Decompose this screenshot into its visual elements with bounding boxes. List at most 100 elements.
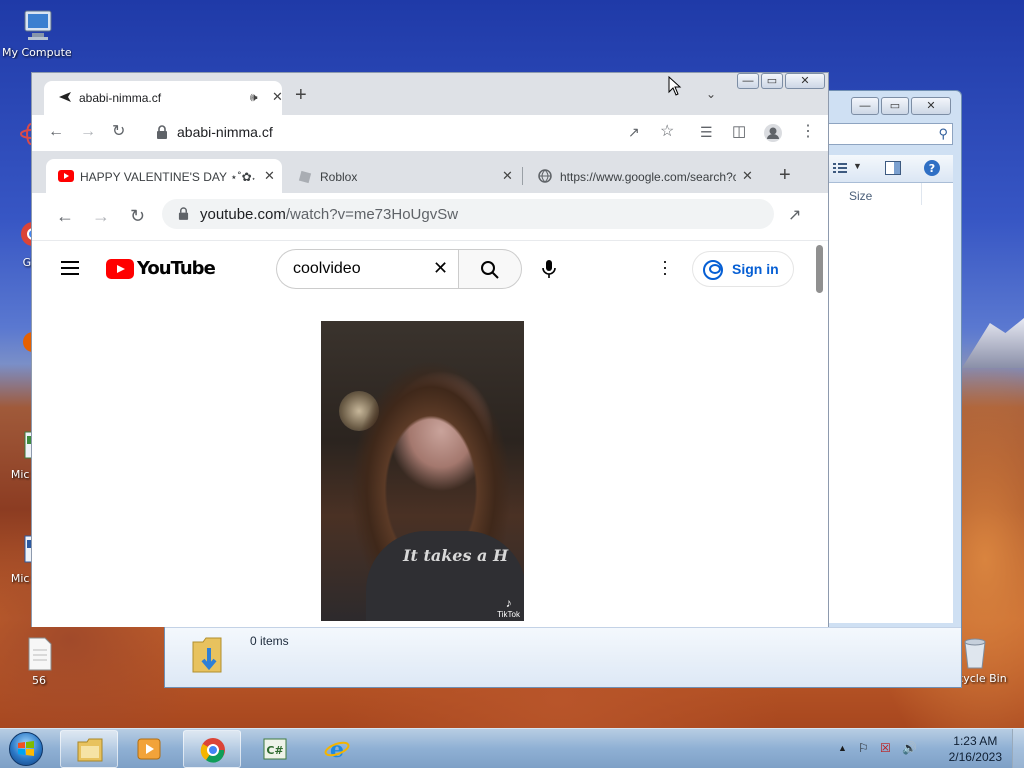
tab-youtube[interactable]: HAPPY VALENTINE'S DAY ⋆˚✿˖° - Yo ✕ [46,159,282,193]
chrome-maximize-button[interactable]: ▭ [761,73,783,89]
hamburger-menu-icon[interactable] [61,261,79,275]
explorer-search-input[interactable]: ⚲ [823,123,953,145]
svg-text:?: ? [929,162,935,175]
side-panel-icon[interactable]: ◫ [732,123,746,141]
chrome-close-button[interactable]: ✕ [785,73,825,89]
profile-avatar-icon[interactable] [763,123,783,143]
tiktok-watermark-label: TikTok [497,610,520,619]
youtube-favicon-icon [58,170,74,182]
recycle-bin-icon [964,638,986,669]
windows-logo-icon [18,741,34,756]
desktop-icon-file-56[interactable]: 56 [4,636,74,687]
more-menu-icon[interactable]: ⋮ [800,123,816,141]
tab-separator [522,167,523,185]
bookmark-star-icon[interactable]: ☆ [660,123,674,141]
show-hidden-icons-chevron-icon[interactable]: ▲ [838,743,847,753]
globe-icon [538,169,552,183]
chrome-window[interactable]: ababi-nimma.cf 🕪 ✕ + ⌄ — ▭ ✕ ← → ↻ ababi… [31,72,829,627]
view-options-icon[interactable] [833,162,847,174]
taskbar-chrome-button[interactable] [183,730,241,768]
explorer-file-list[interactable]: Size [829,183,953,623]
taskbar: C# e ▲ ⚐ ☒ 🔊 1:23 AM 2/16/2023 [0,728,1024,768]
svg-text:e: e [330,737,344,762]
tab-close-button[interactable]: ✕ [742,168,753,184]
address-bar[interactable]: youtube.com/watch?v=me73HoUgvSw [162,199,774,229]
tab-title: ababi-nimma.cf [79,91,162,105]
tab-ababi-nimma[interactable]: ababi-nimma.cf 🕪 ✕ [44,81,283,115]
youtube-page[interactable]: YouTube coolvideo ✕ · · · Sign in It tak… [32,241,828,627]
explorer-minimize-button[interactable]: — [851,97,879,115]
tab-search-chevron-icon[interactable]: ⌄ [706,87,716,101]
chevron-down-icon[interactable]: ▼ [853,161,862,171]
show-desktop-button[interactable] [1012,729,1024,768]
lock-icon[interactable] [178,207,189,220]
back-arrow-icon[interactable]: ← [56,207,74,225]
clear-search-icon[interactable]: ✕ [433,258,448,279]
tab-close-button[interactable]: ✕ [272,89,283,105]
forward-arrow-icon[interactable]: → [80,123,96,141]
chrome-window-controls: — ▭ ✕ [737,73,825,89]
desktop-icon-my-computer[interactable]: My Computer [2,8,72,59]
tab-close-button[interactable]: ✕ [264,168,275,184]
reading-list-icon[interactable]: ☰ [700,123,713,141]
chrome-minimize-button[interactable]: — [737,73,759,89]
preview-pane-icon[interactable] [885,161,901,175]
search-input[interactable]: coolvideo ✕ [276,249,458,289]
sign-in-label: Sign in [732,261,779,277]
tab-title: https://www.google.com/search?c [560,170,736,184]
microphone-icon[interactable] [541,259,557,279]
chrome-icon [200,738,225,763]
folder-icon [77,738,103,762]
video-shirt-text: It takes a H [403,546,509,565]
taskbar-explorer-button[interactable] [60,730,118,768]
youtube-play-icon [106,258,134,279]
tiktok-watermark: ♪ TikTok [497,596,520,619]
explorer-window-controls: — ▭ ✕ [851,97,951,115]
account-icon [703,260,723,280]
help-icon[interactable]: ? [923,159,941,177]
csharp-icon: C# [263,738,287,760]
lock-icon[interactable] [156,125,168,139]
address-bar[interactable]: ababi-nimma.cf [177,124,273,140]
video-player[interactable]: It takes a H ♪ TikTok [321,321,524,621]
tab-close-button[interactable]: ✕ [502,168,513,184]
new-tab-button[interactable]: + [779,165,791,185]
sign-in-button[interactable]: Sign in [692,251,794,287]
tab-roblox[interactable]: Roblox ✕ [286,159,523,193]
search-button[interactable] [458,249,522,289]
scrollbar-thumb[interactable] [816,245,823,293]
reload-icon[interactable]: ↻ [130,207,145,225]
action-center-icon[interactable]: ⚐ [858,741,869,755]
tab-google-search[interactable]: https://www.google.com/search?c ✕ [526,159,762,193]
network-error-icon[interactable]: ☒ [880,741,891,755]
explorer-close-button[interactable]: ✕ [911,97,951,115]
embedded-browser[interactable]: HAPPY VALENTINE'S DAY ⋆˚✿˖° - Yo ✕ Roblo… [32,151,828,627]
inner-tab-strip: HAPPY VALENTINE'S DAY ⋆˚✿˖° - Yo ✕ Roblo… [32,151,828,193]
svg-text:C#: C# [266,744,283,757]
open-in-new-window-icon[interactable]: ↗ [788,207,801,225]
youtube-logo[interactable]: YouTube [106,258,216,279]
roblox-favicon-icon [298,170,312,184]
tiktok-icon: ♪ [505,596,512,610]
reload-icon[interactable]: ↻ [112,123,125,141]
back-arrow-icon[interactable]: ← [48,123,64,141]
start-button[interactable] [4,731,50,767]
taskbar-media-player-button[interactable] [120,730,178,768]
speaker-icon[interactable]: 🕪 [250,90,258,105]
new-tab-button[interactable]: + [295,85,307,105]
column-header-size[interactable]: Size [849,189,872,203]
share-icon[interactable]: ↗ [628,123,640,141]
mouse-cursor-icon [668,76,682,96]
taskbar-csharp-button[interactable]: C# [246,730,304,768]
forward-arrow-icon[interactable]: → [92,207,110,225]
column-divider[interactable] [921,183,922,205]
taskbar-internet-explorer-button[interactable]: e [308,730,366,768]
volume-icon[interactable]: 🔊 [902,741,917,755]
url-host: youtube.com [200,206,286,223]
chrome-toolbar: ← → ↻ ababi-nimma.cf ↗ ☆ ☰ ◫ ⋮ [32,115,828,151]
more-options-icon[interactable]: · · · [662,252,668,282]
search-icon: ⚲ [938,126,948,141]
clock[interactable]: 1:23 AM 2/16/2023 [949,733,1002,765]
tab-title: HAPPY VALENTINE'S DAY ⋆˚✿˖° - Yo [80,170,256,184]
explorer-maximize-button[interactable]: ▭ [881,97,909,115]
